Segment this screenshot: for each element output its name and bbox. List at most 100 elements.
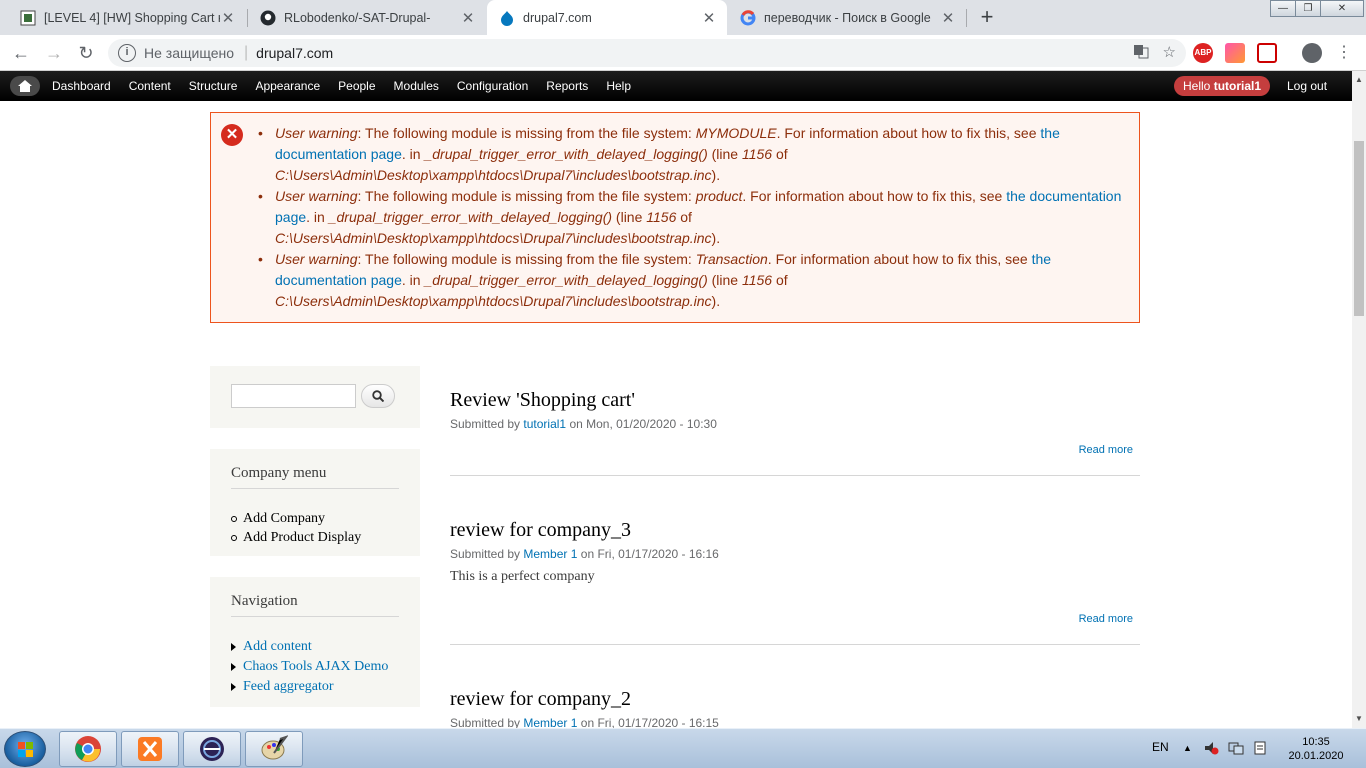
admin-menu-content[interactable]: Content bbox=[129, 79, 171, 93]
company-menu-block: Company menu Add Company Add Product Dis… bbox=[210, 449, 420, 556]
admin-toolbar: Dashboard Content Structure Appearance P… bbox=[0, 71, 1352, 101]
node-teaser: review for company_3 Submitted by Member… bbox=[450, 518, 1140, 646]
forward-arrow-icon[interactable]: → bbox=[42, 41, 66, 65]
back-arrow-icon[interactable]: ← bbox=[9, 41, 33, 65]
navigation-list: Add content Chaos Tools AJAX Demo Feed a… bbox=[230, 637, 388, 697]
taskbar: EN ▲ 10:35 20.01.2020 bbox=[0, 728, 1366, 768]
error-messages: ✕ User warning: The following module is … bbox=[210, 112, 1140, 323]
block-title: Navigation bbox=[231, 593, 399, 617]
admin-menu-configuration[interactable]: Configuration bbox=[457, 79, 528, 93]
message-item: User warning: The following module is mi… bbox=[258, 186, 1131, 249]
message-item: User warning: The following module is mi… bbox=[258, 123, 1131, 186]
close-icon[interactable]: ✕ bbox=[460, 9, 476, 27]
author-link[interactable]: Member 1 bbox=[523, 547, 577, 561]
profile-icon[interactable] bbox=[1302, 43, 1322, 63]
star-icon[interactable]: ☆ bbox=[1163, 43, 1176, 63]
taskbar-paint[interactable] bbox=[245, 731, 303, 767]
page-scrollbar[interactable]: ▲ ▼ bbox=[1352, 71, 1366, 728]
author-link[interactable]: Member 1 bbox=[523, 716, 577, 728]
volume-icon[interactable] bbox=[1203, 740, 1219, 759]
admin-menu-reports[interactable]: Reports bbox=[546, 79, 588, 93]
search-button[interactable] bbox=[361, 384, 395, 408]
reload-icon[interactable]: ↻ bbox=[74, 41, 98, 65]
search-block bbox=[210, 366, 420, 428]
home-icon[interactable] bbox=[10, 76, 40, 96]
restore-button[interactable]: ❐ bbox=[1295, 0, 1321, 17]
extension-color-icon[interactable] bbox=[1225, 43, 1245, 63]
github-icon bbox=[260, 10, 276, 26]
admin-menu-dashboard[interactable]: Dashboard bbox=[52, 79, 111, 93]
tray-expand-icon[interactable]: ▲ bbox=[1183, 743, 1192, 753]
node-teaser: review for company_2 Submitted by Member… bbox=[450, 687, 1140, 728]
close-window-button[interactable]: ✕ bbox=[1320, 0, 1364, 17]
paint-icon bbox=[261, 735, 288, 760]
new-tab-button[interactable]: + bbox=[975, 4, 999, 30]
url-text[interactable]: drupal7.com bbox=[256, 45, 333, 61]
menu-item-add-company[interactable]: Add Company bbox=[230, 509, 361, 528]
action-center-icon[interactable] bbox=[1252, 740, 1268, 759]
tab-title: RLobodenko/-SAT-Drupal- bbox=[284, 10, 431, 25]
google-icon bbox=[740, 9, 756, 26]
info-icon[interactable]: i bbox=[118, 44, 136, 62]
drupal-icon bbox=[499, 10, 515, 26]
scroll-up-icon[interactable]: ▲ bbox=[1352, 73, 1366, 87]
windows-logo-icon bbox=[18, 742, 33, 757]
browser-toolbar: ← → ↻ i Не защищено | drupal7.com ☆ ABP … bbox=[0, 35, 1366, 71]
admin-menu-people[interactable]: People bbox=[338, 79, 375, 93]
scroll-thumb[interactable] bbox=[1354, 141, 1364, 316]
read-more-link[interactable]: Read more bbox=[1079, 613, 1133, 625]
node-teaser: Review 'Shopping cart' Submitted by tuto… bbox=[450, 388, 1140, 476]
adblock-icon[interactable]: ABP bbox=[1193, 43, 1213, 63]
close-icon[interactable]: ✕ bbox=[940, 9, 956, 27]
scroll-down-icon[interactable]: ▼ bbox=[1352, 712, 1366, 726]
user-badge[interactable]: Hello tutorial1 bbox=[1174, 76, 1271, 96]
admin-menu-structure[interactable]: Structure bbox=[189, 79, 238, 93]
browser-tabstrip: [LEVEL 4] [HW] Shopping Cart на ✕ RLobod… bbox=[0, 0, 1366, 35]
node-body: This is a perfect company bbox=[450, 569, 595, 584]
node-title[interactable]: Review 'Shopping cart' bbox=[450, 388, 1140, 412]
node-title[interactable]: review for company_2 bbox=[450, 687, 1140, 711]
clock-date: 20.01.2020 bbox=[1288, 750, 1344, 762]
taskbar-xampp[interactable] bbox=[121, 731, 179, 767]
clock-time: 10:35 bbox=[1302, 736, 1330, 748]
translate-icon[interactable] bbox=[1133, 43, 1149, 63]
admin-menu-appearance[interactable]: Appearance bbox=[255, 79, 320, 93]
taskbar-chrome[interactable] bbox=[59, 731, 117, 767]
author-link[interactable]: tutorial1 bbox=[523, 417, 566, 431]
system-clock[interactable]: 10:35 20.01.2020 bbox=[1286, 735, 1346, 763]
search-icon bbox=[372, 390, 385, 403]
extension-shield-icon[interactable] bbox=[1257, 43, 1277, 63]
logout-link[interactable]: Log out bbox=[1287, 79, 1327, 93]
tab-drupal[interactable]: drupal7.com ✕ bbox=[487, 0, 727, 35]
menu-item-add-product-display[interactable]: Add Product Display bbox=[230, 528, 361, 547]
address-bar[interactable]: i Не защищено | drupal7.com ☆ bbox=[108, 39, 1186, 67]
menu-icon[interactable]: ⋮ bbox=[1332, 41, 1356, 65]
nav-item-chaos-tools[interactable]: Chaos Tools AJAX Demo bbox=[230, 657, 388, 677]
search-input[interactable] bbox=[231, 384, 356, 408]
language-indicator[interactable]: EN bbox=[1152, 740, 1169, 754]
network-icon[interactable] bbox=[1228, 740, 1244, 759]
username: tutorial1 bbox=[1213, 79, 1262, 93]
close-icon[interactable]: ✕ bbox=[220, 9, 236, 27]
nav-item-feed-aggregator[interactable]: Feed aggregator bbox=[230, 677, 388, 697]
security-label: Не защищено bbox=[144, 45, 234, 61]
close-icon[interactable]: ✕ bbox=[701, 9, 717, 27]
tab-jira[interactable]: [LEVEL 4] [HW] Shopping Cart на ✕ bbox=[8, 0, 246, 35]
start-button[interactable] bbox=[4, 731, 46, 767]
page-content: ✕ User warning: The following module is … bbox=[0, 101, 1352, 728]
chrome-icon bbox=[75, 736, 101, 762]
node-title[interactable]: review for company_3 bbox=[450, 518, 1140, 542]
admin-menu-modules[interactable]: Modules bbox=[394, 79, 439, 93]
block-title: Company menu bbox=[231, 465, 399, 489]
company-menu-list: Add Company Add Product Display bbox=[230, 509, 361, 547]
taskbar-eclipse[interactable] bbox=[183, 731, 241, 767]
admin-menu-help[interactable]: Help bbox=[606, 79, 631, 93]
minimize-button[interactable]: — bbox=[1270, 0, 1296, 17]
read-more-link[interactable]: Read more bbox=[1079, 444, 1133, 456]
nav-item-add-content[interactable]: Add content bbox=[230, 637, 388, 657]
message-item: User warning: The following module is mi… bbox=[258, 249, 1131, 312]
tab-github[interactable]: RLobodenko/-SAT-Drupal- ✕ bbox=[248, 0, 486, 35]
jira-icon bbox=[20, 10, 36, 26]
eclipse-icon bbox=[200, 737, 224, 761]
tab-google[interactable]: переводчик - Поиск в Google ✕ bbox=[728, 0, 966, 35]
